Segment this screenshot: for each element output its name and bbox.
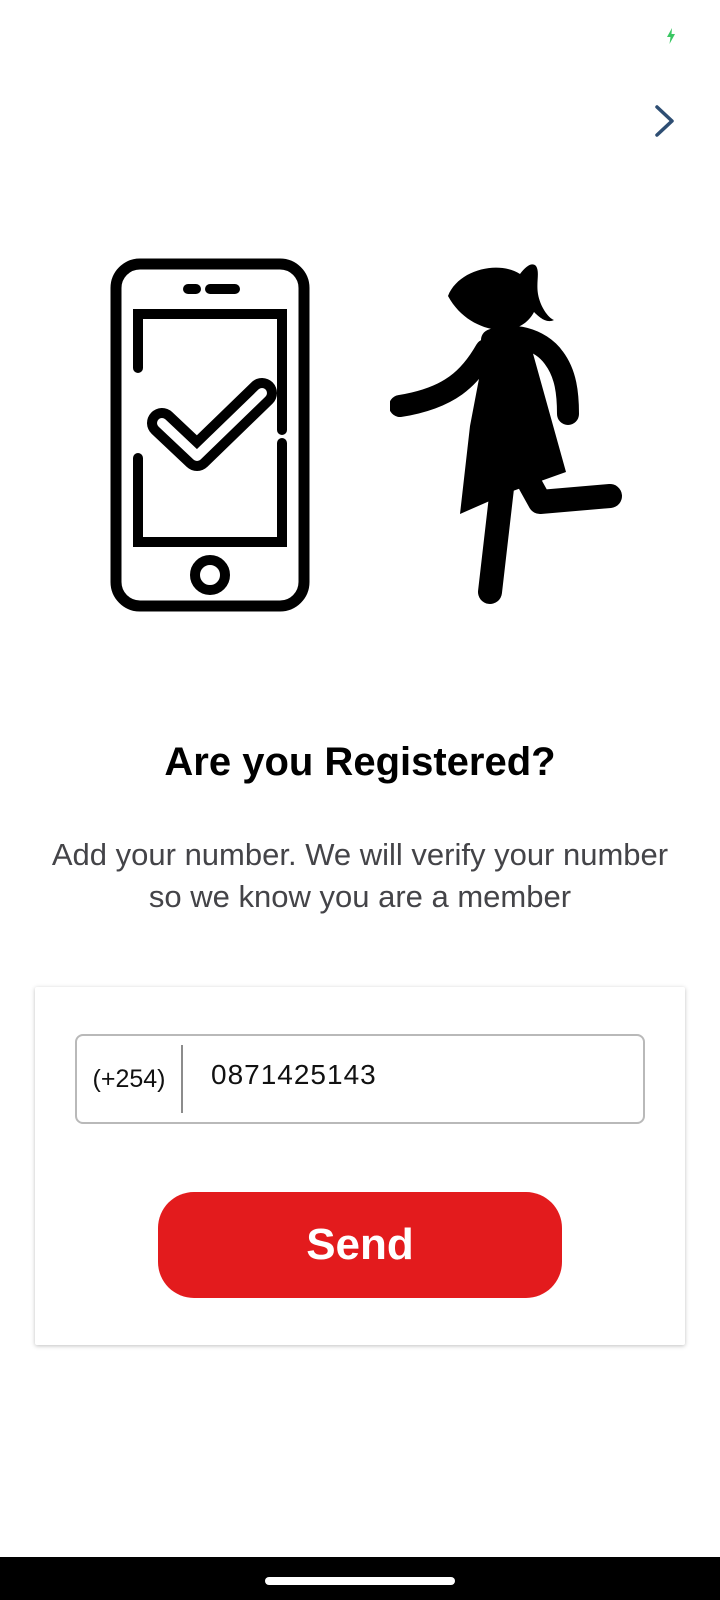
phone-check-icon: [110, 258, 310, 612]
page-subtitle: Add your number. We will verify your num…: [51, 837, 669, 914]
charging-icon: [667, 28, 675, 44]
illustration: [100, 250, 660, 620]
phone-number-field[interactable]: (+254): [75, 1034, 645, 1124]
status-bar: [0, 0, 720, 70]
page-title: Are you Registered?: [164, 740, 556, 784]
chevron-right-icon: [655, 105, 674, 137]
next-button[interactable]: [640, 96, 690, 146]
phone-number-input[interactable]: [183, 1045, 643, 1113]
home-indicator[interactable]: [265, 1577, 455, 1585]
send-button[interactable]: Send: [158, 1192, 562, 1298]
registration-card: (+254) Send: [35, 987, 685, 1345]
country-code[interactable]: (+254): [77, 1065, 181, 1094]
walking-person-icon: [390, 264, 622, 604]
